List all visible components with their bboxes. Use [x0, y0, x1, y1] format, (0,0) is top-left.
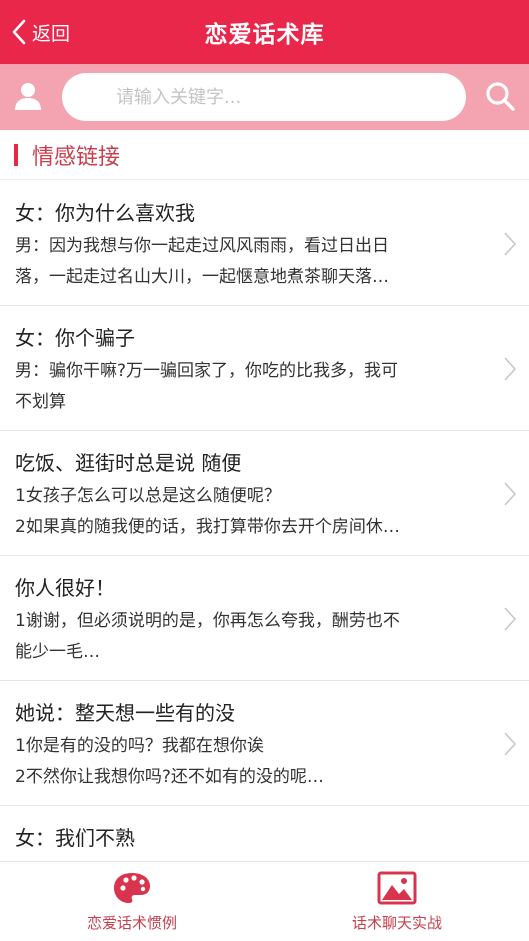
search-input[interactable]: [62, 73, 466, 121]
tab-love-script-cases[interactable]: 恋爱话术惯例: [32, 862, 232, 941]
list-item[interactable]: 女：你个骗子 男：骗你干嘛?万一骗回家了，你吃的比我多，我可 不划算: [0, 306, 529, 431]
palette-icon: [114, 873, 150, 903]
user-icon[interactable]: [14, 81, 42, 111]
item-text-line: 落，一起走过名山大川，一起惬意地煮茶聊天落…: [15, 267, 389, 287]
page-title: 恋爱话术库: [204, 22, 325, 48]
tab-chat-practice[interactable]: 话术聊天实战: [297, 862, 497, 941]
list-item[interactable]: 她说：整天想一些有的没 1你是有的没的吗？我都在想你诶 2不然你让我想你吗?还不…: [0, 681, 529, 806]
tab-label: 恋爱话术惯例: [86, 914, 177, 932]
tab-label: 话术聊天实战: [351, 914, 442, 932]
item-title: 你人很好！: [15, 576, 115, 600]
chevron-right-icon: [504, 732, 517, 756]
list-item[interactable]: 吃饭、逛街时总是说 随便 1女孩子怎么可以总是这么随便呢？ 2如果真的随我便的话…: [0, 431, 529, 556]
back-button[interactable]: 返回: [10, 14, 70, 50]
chevron-right-icon: [504, 232, 517, 256]
item-title: 吃饭、逛街时总是说 随便: [15, 451, 242, 475]
chevron-right-icon: [504, 357, 517, 381]
chevron-right-icon: [504, 607, 517, 631]
item-text-line: 1谢谢，但必须说明的是，你再怎么夸我，酬劳也不: [15, 611, 400, 631]
item-title: 女：你为什么喜欢我: [15, 201, 195, 225]
list-item[interactable]: 女：你为什么喜欢我 男：因为我想与你一起走过风风雨雨，看过日出日 落，一起走过名…: [0, 181, 529, 306]
search-icon[interactable]: [484, 80, 516, 112]
item-text-line: 1你是有的没的吗？我都在想你诶: [15, 736, 264, 756]
bottom-tab-bar: 恋爱话术惯例 话术聊天实战: [0, 861, 529, 941]
search-field: [62, 73, 466, 121]
header-bar: 返回 恋爱话术库: [0, 0, 529, 64]
item-text-line: 2如果真的随我便的话，我打算带你去开个房间休…: [15, 517, 400, 537]
item-text-line: 能少一毛…: [15, 642, 100, 662]
section-title: 情感链接: [32, 144, 121, 170]
chevron-left-icon: [12, 19, 26, 45]
back-label: 返回: [32, 22, 71, 45]
item-text-line: 不划算: [15, 392, 66, 412]
item-title: 女：我们不熟: [15, 826, 135, 850]
item-text-line: 男：骗你干嘛?万一骗回家了，你吃的比我多，我可: [15, 361, 399, 381]
chevron-right-icon: [504, 482, 517, 506]
section-marker: [14, 143, 18, 166]
search-bar: [0, 64, 529, 130]
script-list: 女：你为什么喜欢我 男：因为我想与你一起走过风风雨雨，看过日出日 落，一起走过名…: [0, 181, 529, 861]
list-item[interactable]: 女：我们不熟: [0, 806, 529, 861]
image-icon: [377, 871, 417, 905]
item-text-line: 2不然你让我想你吗?还不如有的没的呢…: [15, 767, 324, 787]
list-item[interactable]: 你人很好！ 1谢谢，但必须说明的是，你再怎么夸我，酬劳也不 能少一毛…: [0, 556, 529, 681]
item-text-line: 男：因为我想与你一起走过风风雨雨，看过日出日: [15, 236, 389, 256]
item-text-line: 1女孩子怎么可以总是这么随便呢？: [15, 486, 281, 506]
item-title: 她说：整天想一些有的没: [15, 701, 235, 725]
item-title: 女：你个骗子: [15, 326, 135, 350]
section-header: 情感链接: [0, 130, 529, 180]
